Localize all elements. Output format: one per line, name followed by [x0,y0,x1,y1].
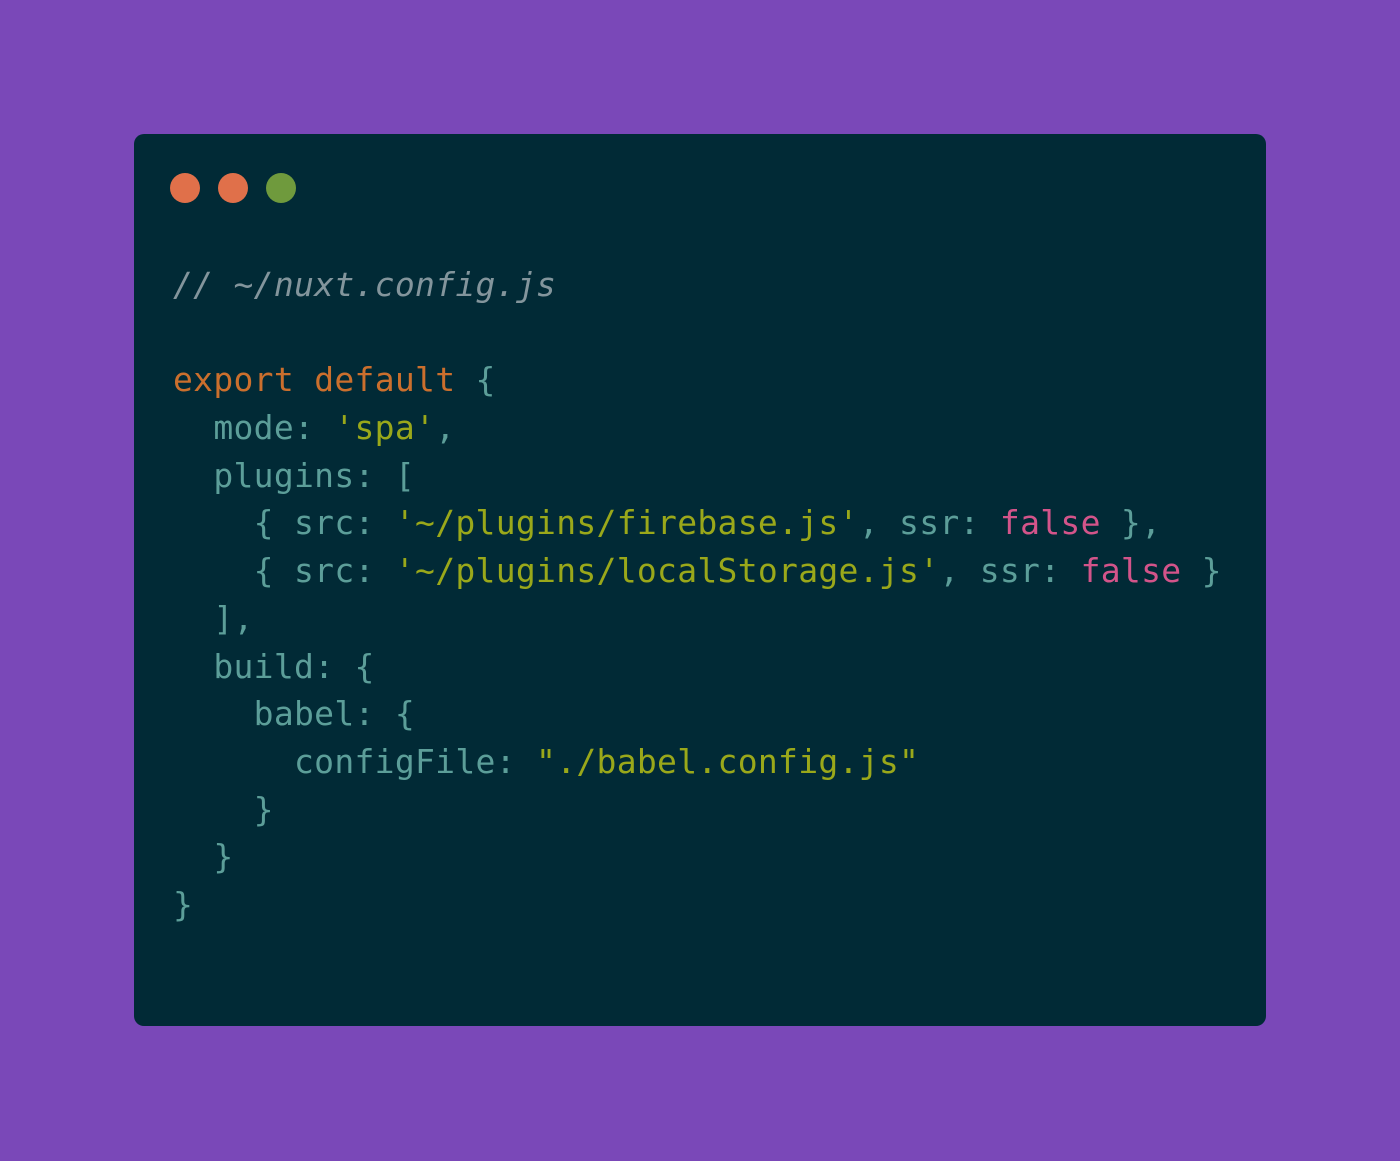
window-controls [170,173,314,203]
code-line: plugins: [ [173,452,1222,500]
maximize-dot[interactable] [266,173,296,203]
code-line: babel: { [173,690,1222,738]
code-token-string: 'spa' [334,408,436,448]
code-line: } [173,786,1222,834]
code-line: mode: 'spa', [173,404,1222,452]
minimize-dot[interactable] [218,173,248,203]
code-token-property: { src: [173,503,395,543]
code-block: // ~/nuxt.config.js export default { mod… [173,261,1222,929]
code-token-string: '~/plugins/firebase.js' [394,503,859,543]
code-token-punctuation: }, [1100,503,1162,543]
code-token-property: build: { [173,646,375,686]
code-token-property: { src: [173,551,395,591]
code-token-boolean: false [999,503,1101,543]
code-token-punctuation: } [1181,551,1222,591]
code-line: build: { [173,643,1222,691]
code-token-string: "./babel.config.js" [536,741,920,781]
code-line: { src: '~/plugins/localStorage.js', ssr:… [173,547,1222,595]
code-line: } [173,833,1222,881]
code-token-comment: // ~/nuxt.config.js [173,265,557,304]
code-token-boolean: false [1080,551,1182,591]
code-token-punctuation: } [173,837,234,877]
close-dot[interactable] [170,173,200,203]
code-token-punctuation: } [173,884,194,924]
code-token-punctuation: } [173,789,274,829]
code-line: { src: '~/plugins/firebase.js', ssr: fal… [173,499,1222,547]
code-line: } [173,881,1222,929]
code-token-punctuation: ], [173,598,254,638]
code-window: // ~/nuxt.config.js export default { mod… [134,134,1266,1026]
code-token-property: , ssr: [858,503,1000,543]
code-line: ], [173,595,1222,643]
code-line: // ~/nuxt.config.js [173,261,1222,309]
code-token-keyword: default [314,360,456,400]
code-token-keyword: export [173,360,295,400]
code-line: configFile: "./babel.config.js" [173,738,1222,786]
code-line: export default { [173,356,1222,404]
code-token-string: '~/plugins/localStorage.js' [394,551,940,591]
code-token-punctuation [294,360,314,399]
code-token-punctuation: { [455,360,496,400]
code-token-property: mode: [173,408,335,448]
code-token-punctuation: , [435,408,456,448]
code-token-property: babel: { [173,694,416,734]
code-token-property: configFile: [173,741,537,781]
code-token-property: , ssr: [939,551,1081,591]
code-token-property: plugins: [ [173,455,416,495]
